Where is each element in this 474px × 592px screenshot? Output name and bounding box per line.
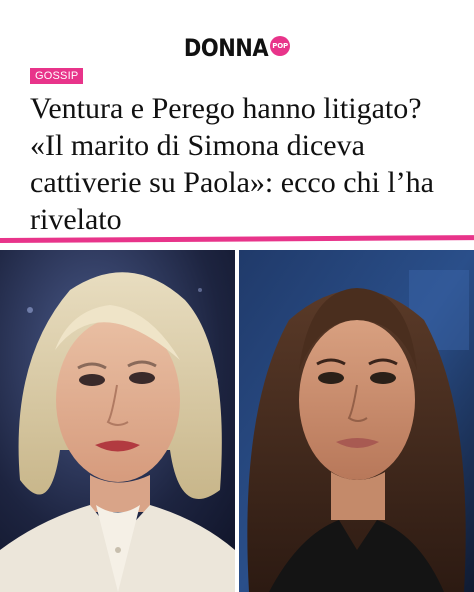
photo-left [0,250,235,592]
article-headline: Ventura e Perego hanno litigato? «Il mar… [30,92,434,236]
photo-right [239,250,474,592]
photo-collage [0,250,474,592]
brand-logo[interactable]: DONNA POP [0,34,474,62]
photo-blonde-woman [0,250,235,592]
logo-wordmark: DONNA [183,34,269,62]
category-tag[interactable]: GOSSIP [30,68,84,84]
logo-badge: POP [270,36,291,56]
photo-brunette-woman [239,250,474,592]
